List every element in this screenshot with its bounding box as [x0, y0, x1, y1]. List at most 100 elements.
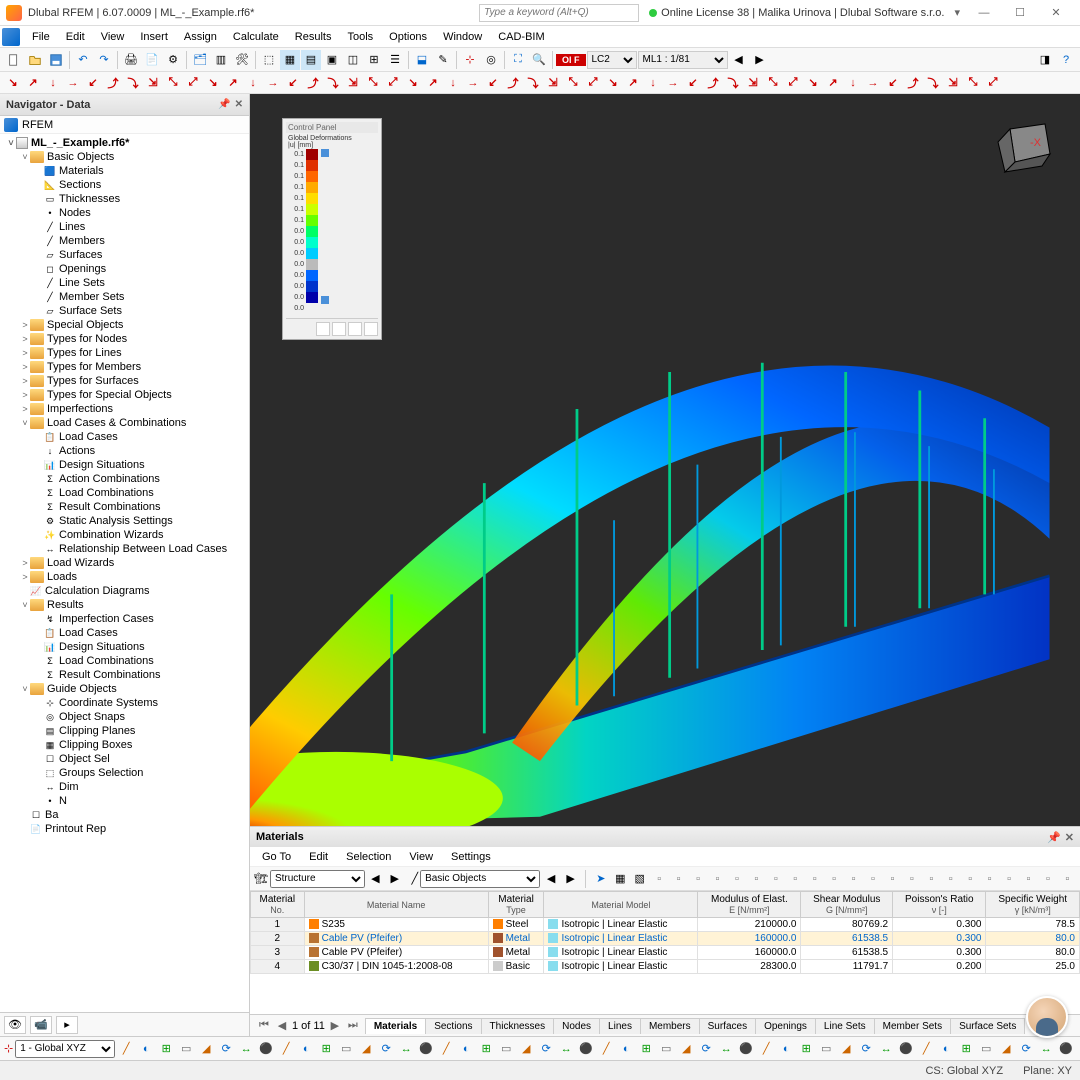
status-tool-45-icon[interactable]: ⟳: [1017, 1040, 1035, 1058]
tree-combination-wizards[interactable]: ✨Combination Wizards: [0, 528, 249, 542]
status-tool-36-icon[interactable]: ◢: [837, 1040, 855, 1058]
menu-assign[interactable]: Assign: [176, 29, 225, 45]
tree-types-for-lines[interactable]: >Types for Lines: [0, 346, 249, 360]
tab-nodes[interactable]: Nodes: [553, 1018, 600, 1034]
status-tool-15-icon[interactable]: ⚫: [417, 1040, 435, 1058]
settings-icon[interactable]: ⚙: [163, 50, 183, 70]
edit-tool-8[interactable]: ⤡: [164, 74, 182, 92]
edit-tool-48[interactable]: ⤡: [964, 74, 982, 92]
mat-tool-5-icon[interactable]: ▫: [748, 869, 765, 889]
tree-clipping-planes[interactable]: ▤Clipping Planes: [0, 724, 249, 738]
tree-imperfection-cases[interactable]: ↯Imperfection Cases: [0, 612, 249, 626]
view-front-icon[interactable]: ▦: [280, 50, 300, 70]
menu-insert[interactable]: Insert: [132, 29, 176, 45]
status-tool-37-icon[interactable]: ⟳: [857, 1040, 875, 1058]
status-tool-27-icon[interactable]: ▭: [657, 1040, 675, 1058]
nav-tab-display-icon[interactable]: 📹: [30, 1016, 52, 1034]
status-tool-3-icon[interactable]: ▭: [177, 1040, 195, 1058]
tb-prev2-icon[interactable]: ◀: [542, 869, 559, 889]
edit-icon[interactable]: ✎: [433, 50, 453, 70]
tree-printout-rep[interactable]: 📄Printout Rep: [0, 822, 249, 836]
tree-action-combinations[interactable]: ΣAction Combinations: [0, 472, 249, 486]
mat-tool-16-icon[interactable]: ▫: [961, 869, 978, 889]
status-tool-34-icon[interactable]: ⊞: [797, 1040, 815, 1058]
mat-tool-4-icon[interactable]: ▫: [728, 869, 745, 889]
tree-result-combinations[interactable]: ΣResult Combinations: [0, 668, 249, 682]
status-tool-30-icon[interactable]: ↔: [717, 1040, 735, 1058]
edit-tool-18[interactable]: ⤡: [364, 74, 382, 92]
mat-tool-0-icon[interactable]: ▫: [650, 869, 667, 889]
user-avatar[interactable]: [1026, 996, 1068, 1038]
edit-tool-49[interactable]: ⤢: [984, 74, 1002, 92]
scale-slider-top[interactable]: [321, 149, 329, 157]
tree-groups-selection[interactable]: ⬚Groups Selection: [0, 766, 249, 780]
mat-tool-12-icon[interactable]: ▫: [884, 869, 901, 889]
pager-first-icon[interactable]: ⏮: [256, 1019, 272, 1032]
menu-view[interactable]: View: [93, 29, 133, 45]
objects-select[interactable]: Basic Objects: [420, 870, 540, 888]
tree-dim[interactable]: ↔Dim: [0, 780, 249, 794]
mat-tool-10-icon[interactable]: ▫: [845, 869, 862, 889]
cp-btn-1-icon[interactable]: [316, 322, 330, 336]
mat-tool-21-icon[interactable]: ▫: [1059, 869, 1076, 889]
status-tool-22-icon[interactable]: ↔: [557, 1040, 575, 1058]
status-tool-32-icon[interactable]: ╱: [757, 1040, 775, 1058]
edit-tool-3[interactable]: →: [64, 74, 82, 92]
view-layers-icon[interactable]: ☰: [385, 50, 405, 70]
menu-calculate[interactable]: Calculate: [225, 29, 287, 45]
tree-actions[interactable]: ↓Actions: [0, 444, 249, 458]
edit-tool-13[interactable]: →: [264, 74, 282, 92]
tree-static-analysis-settings[interactable]: ⚙Static Analysis Settings: [0, 514, 249, 528]
edit-tool-2[interactable]: ↓: [44, 74, 62, 92]
tree-loads[interactable]: >Loads: [0, 570, 249, 584]
tree-guide-objects[interactable]: ˅Guide Objects: [0, 682, 249, 696]
status-tool-14-icon[interactable]: ↔: [397, 1040, 415, 1058]
mat-tool-9-icon[interactable]: ▫: [825, 869, 842, 889]
cs-select[interactable]: 1 - Global XYZ: [15, 1040, 115, 1058]
tb-del-icon[interactable]: ▧: [631, 869, 648, 889]
view-top-icon[interactable]: ▣: [322, 50, 342, 70]
mat-tool-7-icon[interactable]: ▫: [787, 869, 804, 889]
cp-btn-4-icon[interactable]: [364, 322, 378, 336]
edit-tool-15[interactable]: ⤴: [304, 74, 322, 92]
mat-tool-6-icon[interactable]: ▫: [767, 869, 784, 889]
control-panel[interactable]: Control Panel Global Deformations |u| [m…: [282, 118, 382, 340]
status-tool-44-icon[interactable]: ◢: [997, 1040, 1015, 1058]
close-panel-icon[interactable]: ✕: [235, 99, 243, 110]
tab-surface-sets[interactable]: Surface Sets: [950, 1018, 1025, 1034]
tree-load-combinations[interactable]: ΣLoad Combinations: [0, 654, 249, 668]
view-grid-icon[interactable]: ⊞: [364, 50, 384, 70]
save-file-icon[interactable]: [46, 50, 66, 70]
tree-object-snaps[interactable]: ◎Object Snaps: [0, 710, 249, 724]
pager-prev-icon[interactable]: ◀: [274, 1019, 290, 1032]
tree-n[interactable]: •N: [0, 794, 249, 808]
tab-openings[interactable]: Openings: [755, 1018, 816, 1034]
tab-line-sets[interactable]: Line Sets: [815, 1018, 875, 1034]
tree-load-wizards[interactable]: >Load Wizards: [0, 556, 249, 570]
edit-tool-12[interactable]: ↓: [244, 74, 262, 92]
tree-members[interactable]: ╱Members: [0, 234, 249, 248]
edit-tool-17[interactable]: ⇲: [344, 74, 362, 92]
close-button[interactable]: ✕: [1038, 1, 1074, 25]
tree-basic-objects[interactable]: ˅Basic Objects: [0, 150, 249, 164]
new-file-icon[interactable]: [4, 50, 24, 70]
edit-tool-47[interactable]: ⇲: [944, 74, 962, 92]
3d-viewport[interactable]: let g='';for(let i=0;i<40;i++){let t=i/4…: [250, 94, 1080, 826]
tree-clipping-boxes[interactable]: ▦Clipping Boxes: [0, 738, 249, 752]
open-file-icon[interactable]: [25, 50, 45, 70]
status-tool-21-icon[interactable]: ⟳: [537, 1040, 555, 1058]
mat-menu-go-to[interactable]: Go To: [254, 849, 299, 865]
keyword-search[interactable]: [479, 4, 639, 22]
status-tool-24-icon[interactable]: ╱: [597, 1040, 615, 1058]
edit-tool-1[interactable]: ↗: [24, 74, 42, 92]
tab-thicknesses[interactable]: Thicknesses: [481, 1018, 555, 1034]
edit-tool-38[interactable]: ⤡: [764, 74, 782, 92]
panel-close-icon[interactable]: ✕: [1065, 831, 1074, 844]
status-tool-18-icon[interactable]: ⊞: [477, 1040, 495, 1058]
status-tool-13-icon[interactable]: ⟳: [377, 1040, 395, 1058]
tree-line-sets[interactable]: ╱Line Sets: [0, 276, 249, 290]
tree-types-for-surfaces[interactable]: >Types for Surfaces: [0, 374, 249, 388]
minimize-button[interactable]: —: [966, 1, 1002, 25]
tools-icon[interactable]: 🛠: [232, 50, 252, 70]
edit-tool-39[interactable]: ⤢: [784, 74, 802, 92]
